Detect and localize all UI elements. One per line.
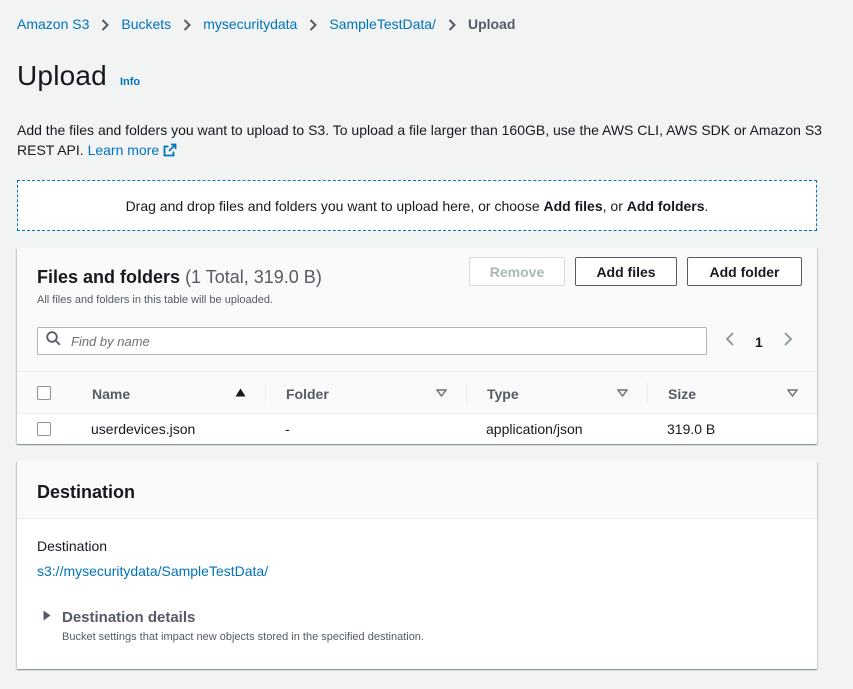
destination-details-title: Destination details: [62, 608, 196, 626]
cell-name: userdevices.json: [91, 421, 196, 437]
breadcrumb-current: Upload: [467, 16, 516, 32]
table-row[interactable]: userdevices.json - application/json 319.…: [17, 414, 817, 444]
breadcrumb-amazon-s3[interactable]: Amazon S3: [17, 16, 89, 32]
table-header: Name Folder Type Size: [17, 371, 817, 414]
files-subtitle: All files and folders in this table will…: [37, 294, 274, 306]
dropzone-text: Drag and drop files and folders you want…: [126, 198, 709, 214]
search-icon: [46, 331, 61, 351]
page-description: Add the files and folders you want to up…: [17, 120, 827, 162]
breadcrumb: Amazon S3 Buckets mysecuritydata SampleT…: [17, 15, 515, 33]
dropzone-add-folders: Add folders: [626, 197, 705, 214]
files-and-folders-panel: Files and folders (1 Total, 319.0 B) All…: [17, 248, 817, 444]
remove-button[interactable]: Remove: [469, 257, 565, 286]
destination-panel: Destination Destination s3://mysecurityd…: [17, 461, 817, 669]
dropzone-add-files: Add files: [543, 197, 603, 214]
breadcrumb-bucket[interactable]: mysecuritydata: [203, 16, 297, 32]
sort-icon[interactable]: [617, 389, 628, 397]
destination-path-link[interactable]: s3://mysecuritydata/SampleTestData/: [37, 563, 268, 579]
destination-details-subtitle: Bucket settings that impact new objects …: [62, 631, 424, 643]
destination-label: Destination: [37, 538, 108, 554]
select-all-checkbox[interactable]: [37, 386, 51, 400]
files-count: (1 Total, 319.0 B): [185, 267, 322, 287]
caret-right-icon: [43, 608, 51, 626]
destination-details-toggle[interactable]: Destination details: [43, 608, 195, 626]
column-header-folder[interactable]: Folder: [286, 372, 329, 415]
next-page-icon[interactable]: [783, 332, 793, 351]
files-title: Files and folders (1 Total, 319.0 B): [37, 267, 322, 288]
cell-folder: -: [285, 421, 290, 437]
sort-icon[interactable]: [787, 389, 798, 397]
files-header: Files and folders (1 Total, 319.0 B) All…: [17, 248, 817, 371]
column-name-label: Name: [92, 385, 131, 402]
row-checkbox[interactable]: [37, 422, 51, 436]
dropzone-text-middle: , or: [602, 197, 627, 214]
column-folder-label: Folder: [286, 385, 329, 402]
add-folder-button[interactable]: Add folder: [687, 257, 802, 286]
column-header-name[interactable]: Name: [92, 372, 130, 415]
cell-type: application/json: [486, 421, 583, 437]
dropzone-text-before: Drag and drop files and folders you want…: [125, 197, 544, 214]
breadcrumb-folder[interactable]: SampleTestData/: [329, 16, 436, 32]
chevron-right-icon: [297, 16, 329, 32]
files-title-text: Files and folders: [37, 267, 181, 287]
learn-more-link[interactable]: Learn more: [88, 142, 178, 158]
column-header-size[interactable]: Size: [668, 372, 696, 415]
previous-page-icon[interactable]: [725, 332, 735, 351]
page-number[interactable]: 1: [755, 334, 763, 350]
add-files-button[interactable]: Add files: [575, 257, 677, 286]
learn-more-label: Learn more: [87, 142, 160, 158]
destination-header: Destination: [17, 461, 817, 519]
destination-title: Destination: [37, 482, 136, 502]
info-link[interactable]: Info: [120, 76, 140, 88]
sort-icon[interactable]: [436, 389, 447, 397]
breadcrumb-buckets[interactable]: Buckets: [121, 16, 171, 32]
sort-ascending-icon[interactable]: [235, 388, 246, 397]
chevron-right-icon: [436, 16, 468, 32]
search-input[interactable]: [71, 333, 671, 349]
column-divider: [647, 383, 648, 403]
cell-size: 319.0 B: [667, 421, 716, 437]
column-divider: [466, 383, 467, 403]
chevron-right-icon: [89, 16, 121, 32]
page-title: Upload: [17, 60, 107, 91]
column-size-label: Size: [668, 385, 697, 402]
upload-dropzone[interactable]: Drag and drop files and folders you want…: [17, 180, 817, 231]
chevron-right-icon: [171, 16, 203, 32]
column-type-label: Type: [487, 385, 519, 402]
page-header: Upload Info: [17, 60, 140, 92]
dropzone-text-after: .: [704, 197, 709, 214]
column-header-type[interactable]: Type: [487, 372, 519, 415]
external-link-icon: [163, 142, 177, 162]
pagination: 1: [725, 332, 793, 351]
search-box[interactable]: [37, 327, 707, 355]
column-divider: [265, 383, 266, 403]
